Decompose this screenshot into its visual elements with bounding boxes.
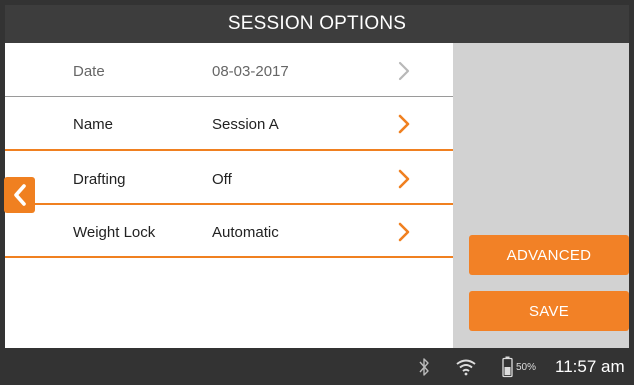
option-label: Weight Lock <box>73 223 156 241</box>
chevron-right-icon <box>398 169 410 189</box>
option-value: Session A <box>212 115 279 133</box>
row-divider <box>5 203 453 205</box>
clock: 11:57 am <box>555 357 625 376</box>
row-divider <box>5 149 453 151</box>
option-value: 08-03-2017 <box>212 62 289 80</box>
save-button[interactable]: SAVE <box>469 291 629 331</box>
title-bar: SESSION OPTIONS <box>5 5 629 43</box>
wifi-icon <box>456 359 476 376</box>
advanced-button[interactable]: ADVANCED <box>469 235 629 275</box>
chevron-right-icon <box>398 114 410 134</box>
battery-percentage: 50% <box>516 362 537 373</box>
bluetooth-icon <box>419 358 429 376</box>
option-label: Name <box>73 115 114 133</box>
battery-icon <box>502 356 513 378</box>
chevron-right-icon <box>398 61 410 81</box>
back-button[interactable] <box>4 177 35 213</box>
option-value: Automatic <box>212 223 279 241</box>
device-screen: SESSION OPTIONS Date 08-03-2017 Name Ses… <box>0 0 634 385</box>
back-arrow-icon <box>13 184 26 206</box>
page-title: SESSION OPTIONS <box>227 13 407 34</box>
option-value: Off <box>212 170 232 188</box>
option-row-date[interactable]: Date 08-03-2017 <box>5 45 453 97</box>
options-list: Date 08-03-2017 Name Session A Drafting … <box>5 43 453 348</box>
option-label: Date <box>73 62 105 80</box>
status-bar: 50% 11:57 am <box>5 348 629 385</box>
option-label: Drafting <box>73 170 126 188</box>
option-row-name[interactable]: Name Session A <box>5 98 453 150</box>
option-row-drafting[interactable]: Drafting Off <box>5 153 453 205</box>
option-row-weight-lock[interactable]: Weight Lock Automatic <box>5 206 453 258</box>
chevron-right-icon <box>398 222 410 242</box>
row-divider <box>5 96 453 97</box>
row-divider <box>5 256 453 258</box>
